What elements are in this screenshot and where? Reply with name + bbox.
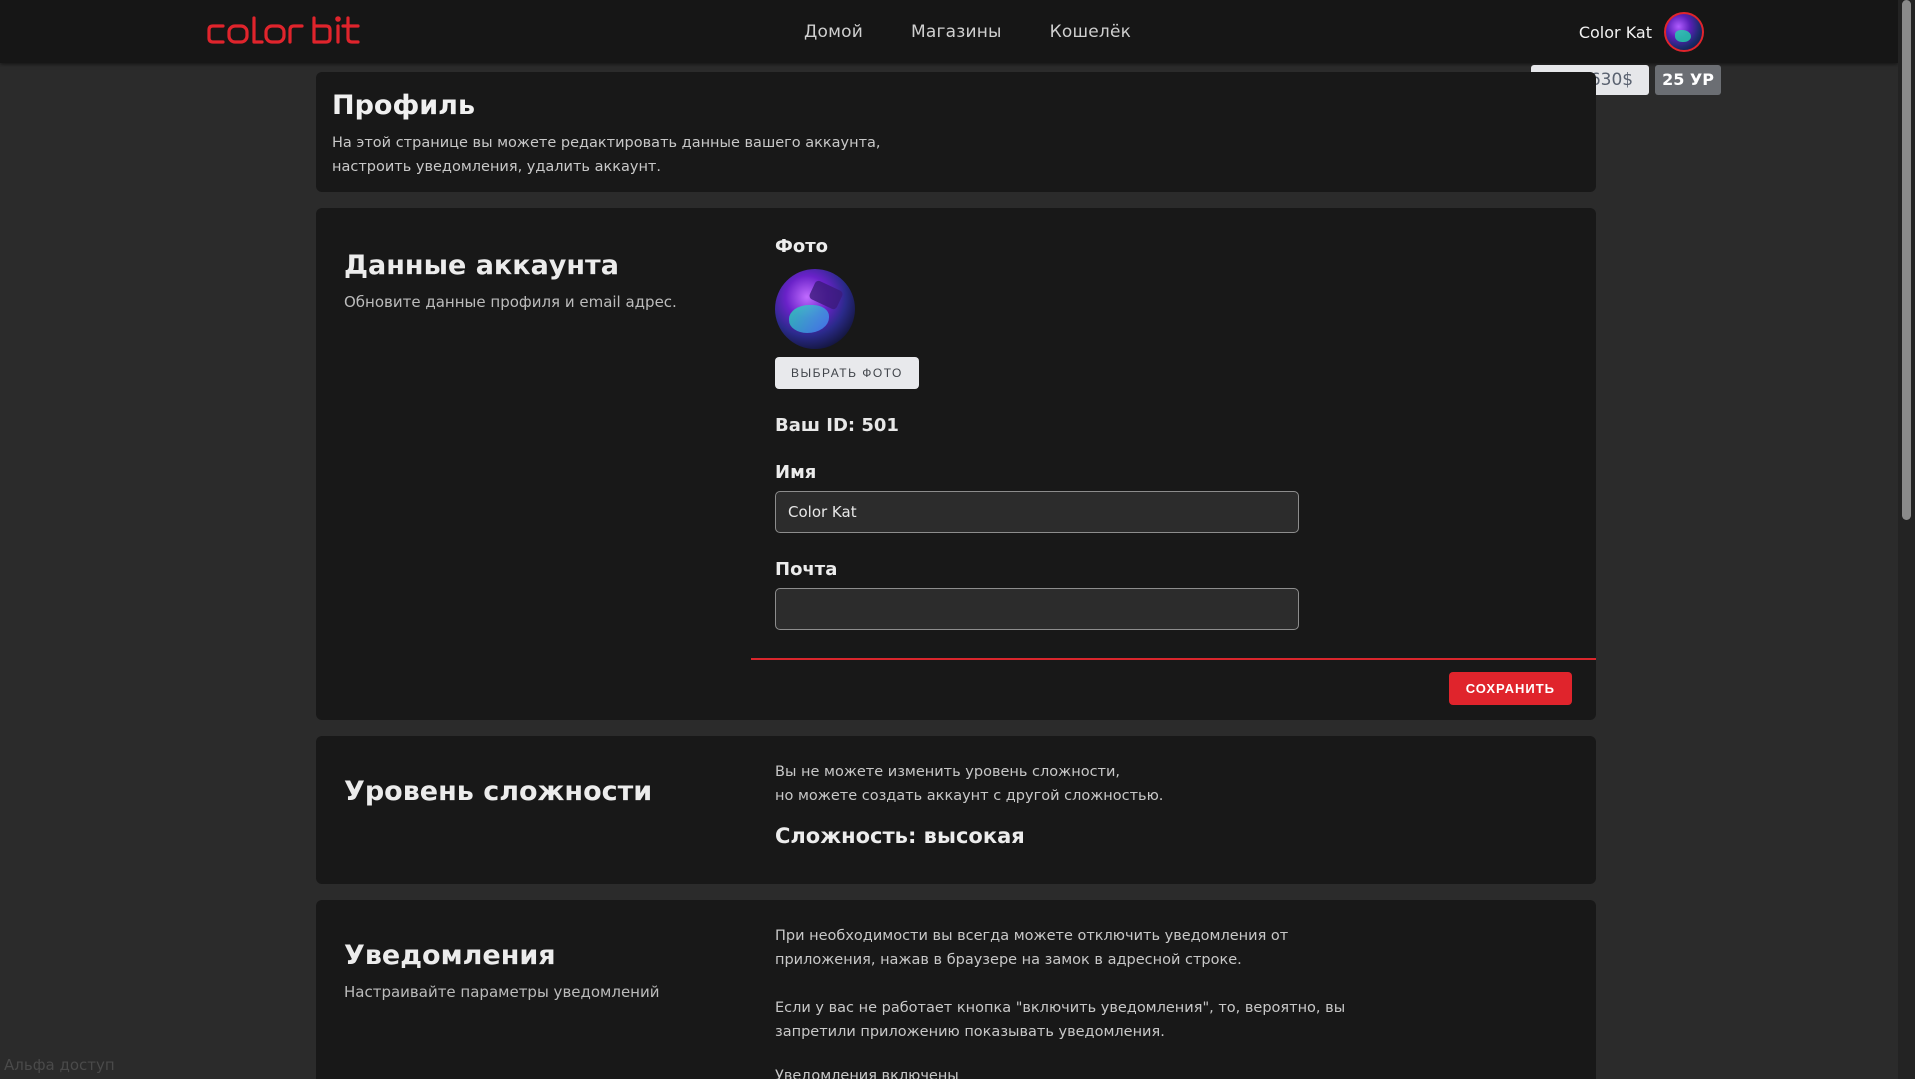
page-scrollbar[interactable]	[1898, 0, 1915, 1079]
photo-label: Фото	[775, 236, 829, 257]
difficulty-section-title: Уровень сложности	[344, 776, 653, 807]
account-section-subtitle: Обновите данные профиля и email адрес.	[344, 293, 677, 311]
email-label: Почта	[775, 559, 838, 580]
account-card-footer: СОХРАНИТЬ	[751, 658, 1596, 720]
choose-photo-button[interactable]: ВЫБРАТЬ ФОТО	[775, 357, 919, 389]
account-section-title: Данные аккаунта	[344, 250, 619, 281]
nav-shops[interactable]: Магазины	[911, 22, 1002, 42]
notifications-paragraph-1: При необходимости вы всегда можете отклю…	[775, 928, 1289, 968]
user-id-text: Ваш ID: 501	[775, 415, 899, 436]
page-title: Профиль	[332, 90, 476, 121]
colorbit-logo[interactable]	[206, 14, 384, 50]
save-button[interactable]: СОХРАНИТЬ	[1448, 672, 1572, 705]
top-navbar: Домой Магазины Кошелёк Color Kat	[0, 0, 1898, 63]
user-menu[interactable]: Color Kat	[1579, 12, 1704, 52]
difficulty-note-line1: Вы не можете изменить уровень сложности,	[775, 764, 1121, 780]
user-avatar[interactable]	[1664, 12, 1704, 52]
page-description: На этой странице вы можете редактировать…	[332, 135, 881, 175]
name-input[interactable]	[775, 491, 1299, 533]
notifications-paragraph-2: Если у вас не работает кнопка "включить …	[775, 1000, 1346, 1040]
notifications-section-title: Уведомления	[344, 940, 556, 971]
account-data-card: Данные аккаунта Обновите данные профиля …	[316, 208, 1596, 720]
nav-home[interactable]: Домой	[804, 22, 863, 42]
scrollbar-thumb[interactable]	[1902, 0, 1911, 520]
profile-header-card: Профиль На этой странице вы можете редак…	[316, 72, 1596, 192]
difficulty-note-line2: но можете создать аккаунт с другой сложн…	[775, 788, 1164, 804]
user-name[interactable]: Color Kat	[1579, 23, 1652, 42]
notifications-section-subtitle: Настраивайте параметры уведомлений	[344, 983, 660, 1001]
alpha-access-label: Альфа доступ	[4, 1056, 115, 1074]
profile-photo	[775, 269, 855, 349]
main-nav: Домой Магазины Кошелёк	[804, 0, 1131, 63]
level-badge: 25 УР	[1655, 65, 1721, 95]
nav-wallet[interactable]: Кошелёк	[1050, 22, 1131, 42]
difficulty-value: Сложность: высокая	[775, 824, 1025, 848]
difficulty-card: Уровень сложности Вы не можете изменить …	[316, 736, 1596, 884]
name-label: Имя	[775, 462, 817, 483]
email-input[interactable]	[775, 588, 1299, 630]
notifications-status: Уведомления включены	[775, 1068, 959, 1079]
notifications-card: Уведомления Настраивайте параметры уведо…	[316, 900, 1596, 1079]
